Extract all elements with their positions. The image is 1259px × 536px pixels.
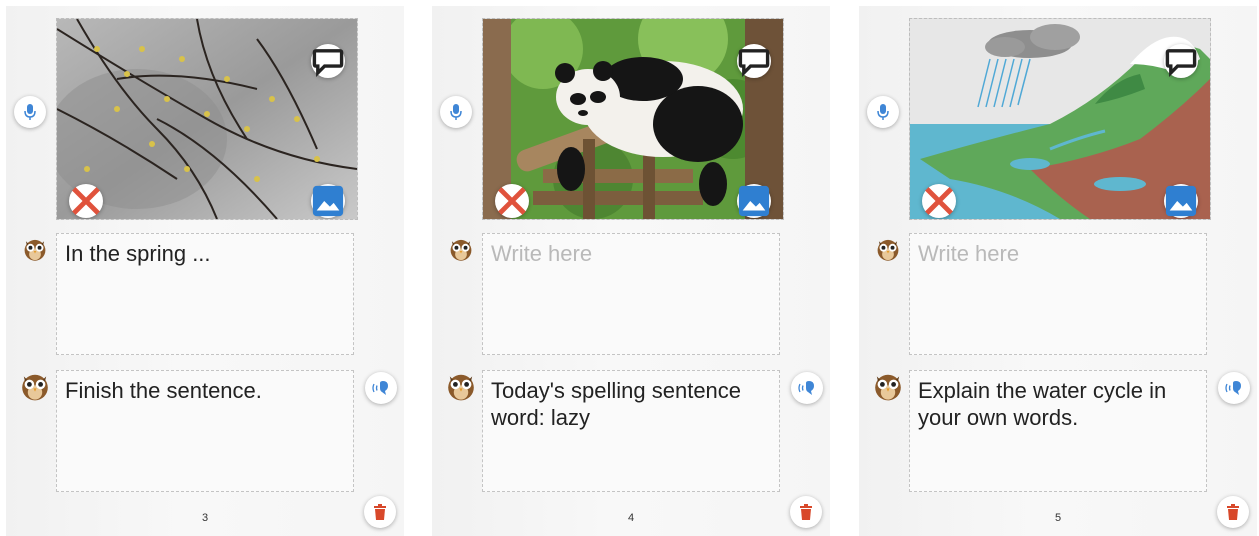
- prompt-text: Finish the sentence.: [65, 378, 262, 403]
- close-icon: [925, 187, 953, 215]
- play-prompt-audio-button[interactable]: [365, 372, 397, 404]
- microphone-button[interactable]: [14, 96, 46, 128]
- owl-icon: [24, 239, 46, 261]
- page-image-water-cycle[interactable]: [909, 18, 1211, 220]
- microphone-button[interactable]: [867, 96, 899, 128]
- remove-image-button[interactable]: [69, 184, 103, 218]
- speech-bubble-icon: [312, 49, 344, 78]
- prompt-text: Explain the water cycle in your own word…: [918, 378, 1167, 430]
- microphone-icon: [24, 104, 36, 120]
- page-number: 3: [201, 512, 209, 524]
- speech-bubble-icon: [1165, 49, 1197, 78]
- speech-bubble-button[interactable]: [311, 44, 345, 78]
- microphone-icon: [450, 104, 462, 120]
- speech-bubble-button[interactable]: [1164, 44, 1198, 78]
- image-icon: [312, 185, 344, 217]
- play-prompt-audio-button[interactable]: [791, 372, 823, 404]
- speaker-voice-icon: [1225, 381, 1241, 395]
- change-image-button[interactable]: [311, 184, 345, 218]
- microphone-icon: [877, 104, 889, 120]
- microphone-button[interactable]: [440, 96, 472, 128]
- prompt-text: Today's spelling sentence word: lazy: [491, 378, 742, 430]
- story-page-4: Write here Today's spelling sentence wor…: [432, 6, 830, 536]
- owl-icon: [22, 374, 48, 401]
- answer-textbox[interactable]: In the spring ...: [56, 233, 354, 355]
- speech-bubble-button[interactable]: [737, 44, 771, 78]
- play-prompt-audio-button[interactable]: [1218, 372, 1250, 404]
- close-icon: [72, 187, 100, 215]
- story-page-5: Write here Explain the water cycle in yo…: [859, 6, 1257, 536]
- answer-placeholder: Write here: [918, 241, 1020, 266]
- answer-textbox[interactable]: Write here: [909, 233, 1207, 355]
- prompt-textbox[interactable]: Today's spelling sentence word: lazy: [482, 370, 780, 492]
- image-icon: [738, 185, 770, 217]
- image-icon: [1165, 185, 1197, 217]
- owl-icon: [448, 374, 474, 401]
- remove-image-button[interactable]: [922, 184, 956, 218]
- page-number: 5: [1054, 512, 1062, 524]
- owl-icon: [450, 239, 472, 261]
- answer-placeholder: Write here: [491, 241, 593, 266]
- owl-icon: [877, 239, 899, 261]
- owl-icon: [875, 374, 901, 401]
- speech-bubble-icon: [738, 49, 770, 78]
- page-image-panda[interactable]: [482, 18, 784, 220]
- close-icon: [498, 187, 526, 215]
- page-number: 4: [627, 512, 635, 524]
- prompt-textbox[interactable]: Explain the water cycle in your own word…: [909, 370, 1207, 492]
- page-image-spring-branches[interactable]: [56, 18, 358, 220]
- story-page-3: In the spring ... Finish the sentence. 3: [6, 6, 404, 536]
- speaker-voice-icon: [372, 381, 388, 395]
- change-image-button[interactable]: [1164, 184, 1198, 218]
- answer-textbox[interactable]: Write here: [482, 233, 780, 355]
- remove-image-button[interactable]: [495, 184, 529, 218]
- answer-text: In the spring ...: [65, 241, 211, 266]
- prompt-textbox[interactable]: Finish the sentence.: [56, 370, 354, 492]
- change-image-button[interactable]: [737, 184, 771, 218]
- speaker-voice-icon: [798, 381, 814, 395]
